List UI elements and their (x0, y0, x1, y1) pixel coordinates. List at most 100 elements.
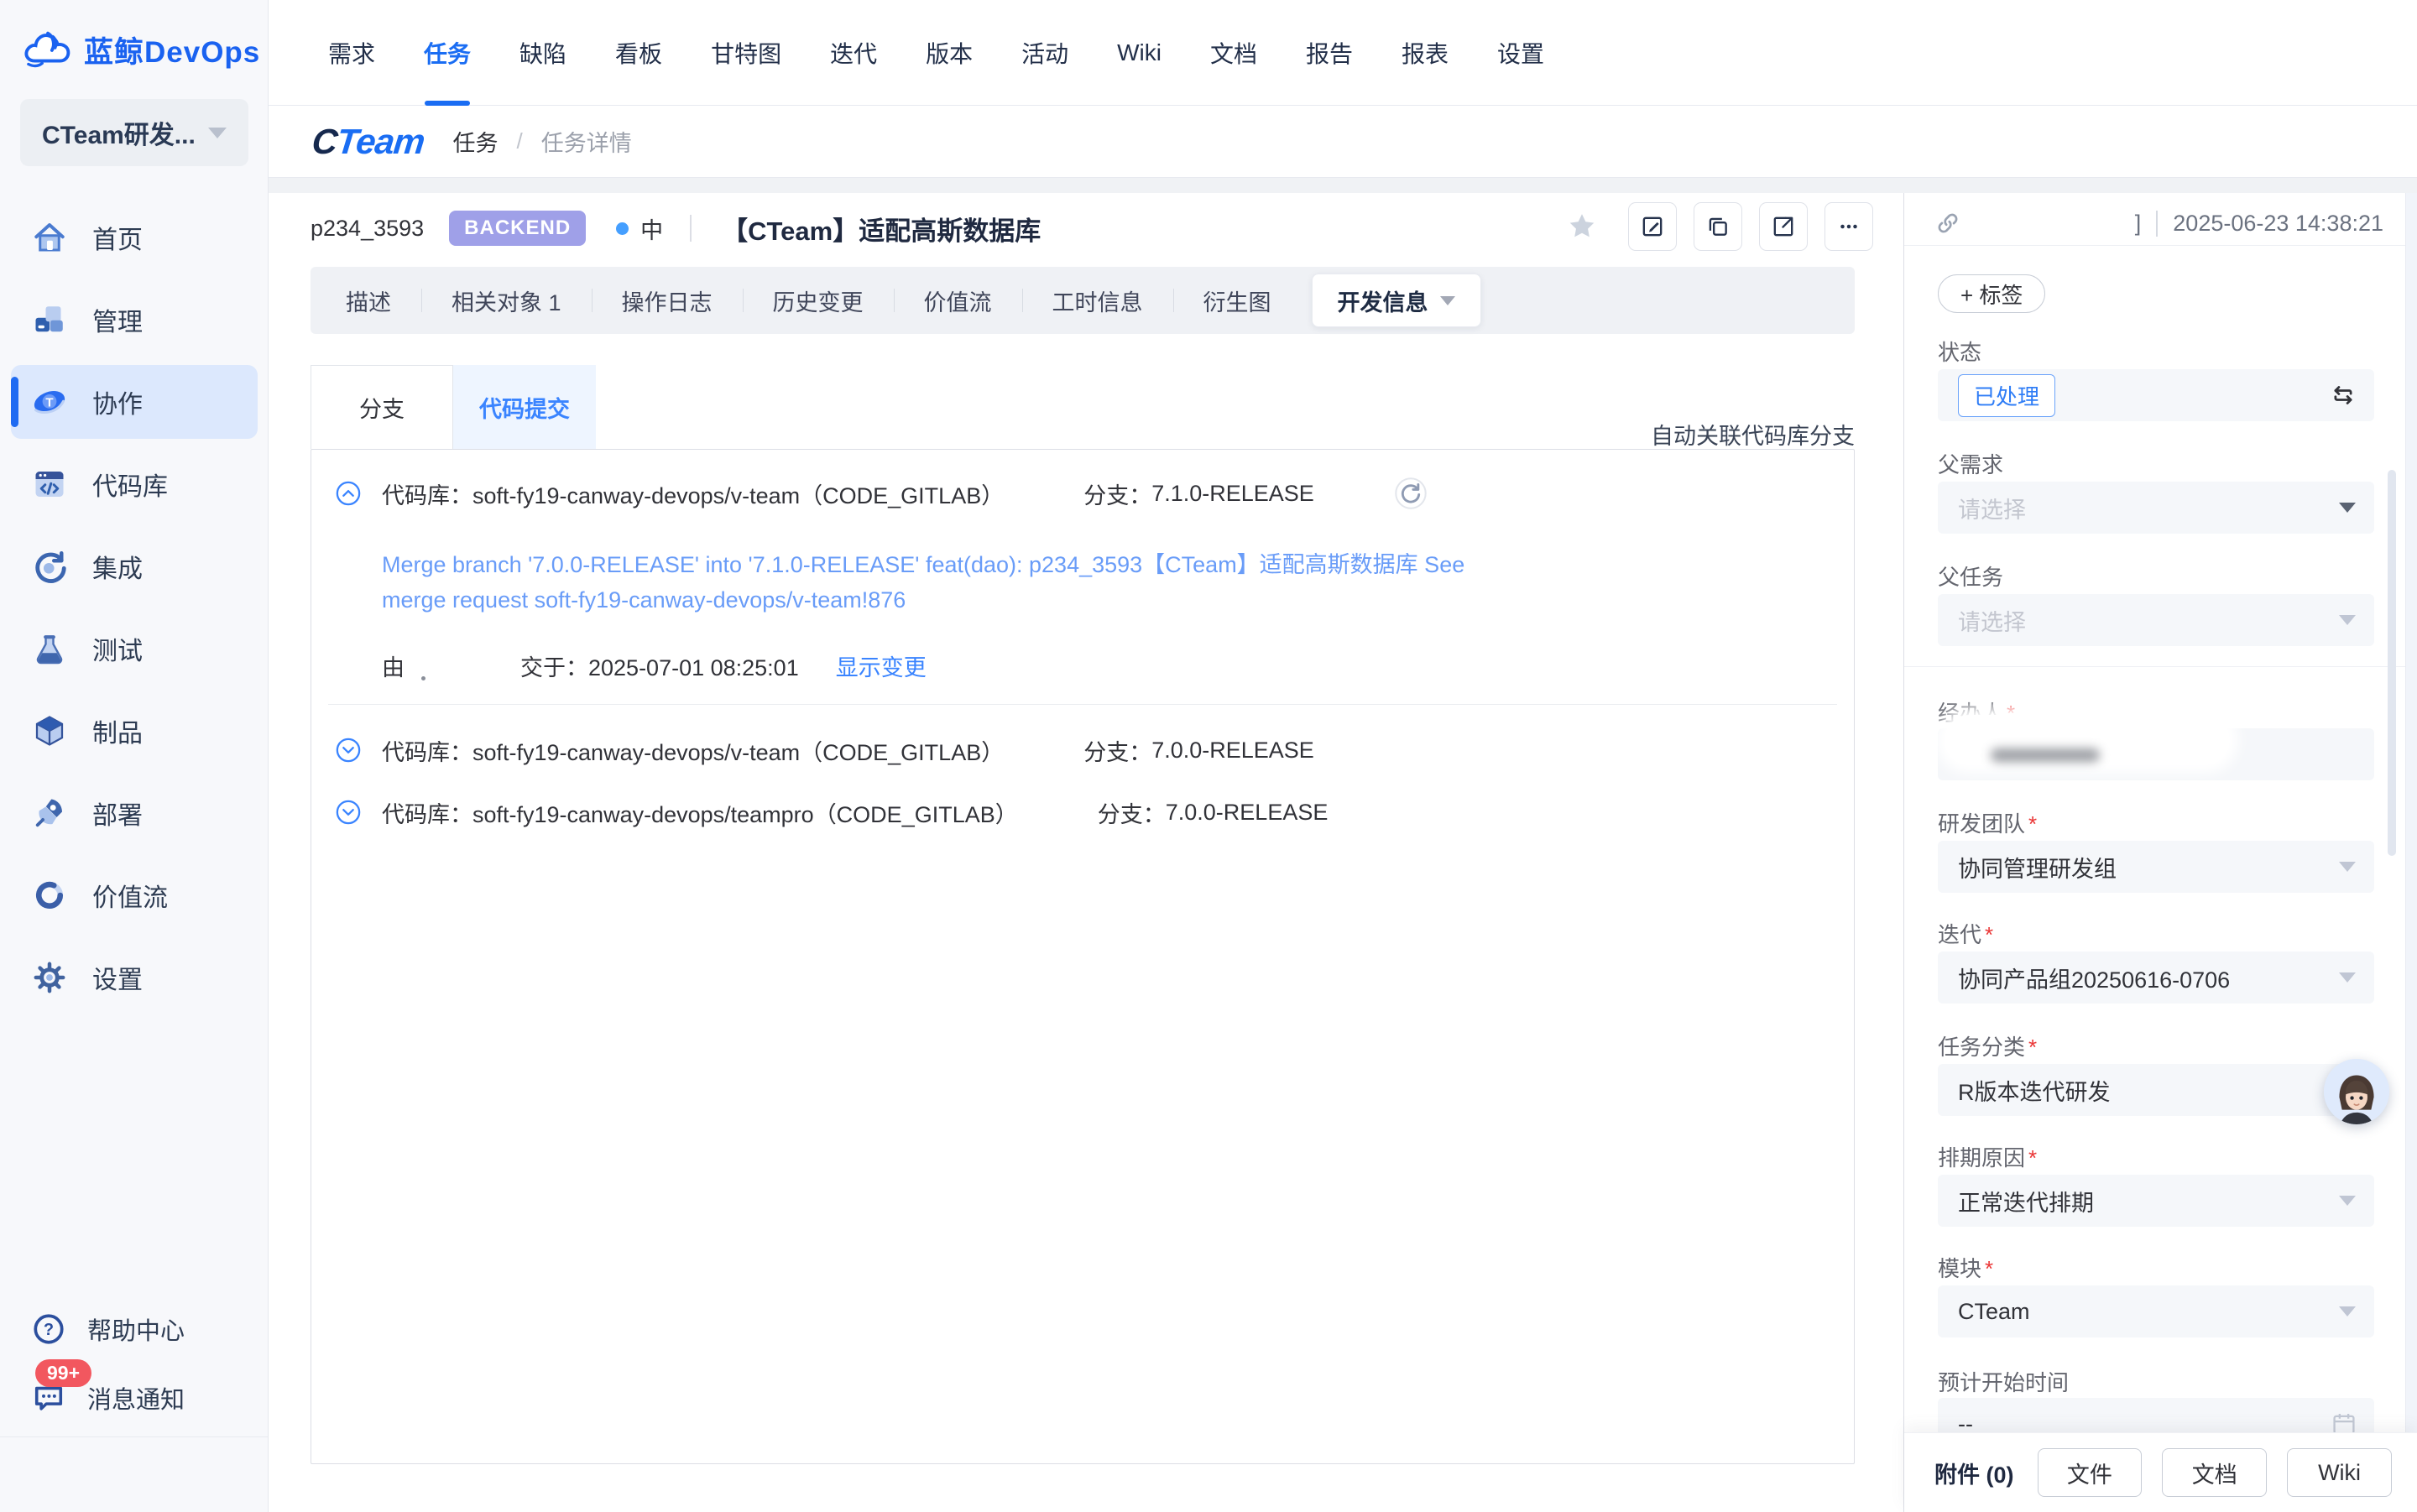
tab-documents[interactable]: 文档 (1186, 0, 1282, 106)
chevron-down-icon (1440, 296, 1455, 305)
scrollbar-thumb[interactable] (2388, 470, 2396, 856)
external-link-icon (1771, 214, 1796, 239)
status-field[interactable]: 已处理 (1938, 369, 2374, 421)
app-window: 蓝鲸DevOps CTeam研发... 首页 管理 T 协作 代码库 集成 (0, 0, 2417, 1512)
branch-name: 7.1.0-RELEASE (1151, 481, 1314, 507)
sidebar-item-label: 制品 (92, 712, 143, 749)
notifications-count-badge: 99+ (35, 1359, 91, 1387)
app-logo[interactable]: 蓝鲸DevOps (23, 27, 260, 72)
expand-chevron-down-icon[interactable] (335, 737, 362, 764)
tab-work-hours[interactable]: 工时信息 (1022, 284, 1173, 317)
commit-message-link[interactable]: Merge branch '7.0.0-RELEASE' into '7.1.0… (382, 547, 1506, 618)
status-badge[interactable]: 已处理 (1958, 374, 2055, 417)
files-button[interactable]: 文件 (2038, 1448, 2143, 1497)
sidebar-item-artifact[interactable]: 制品 (0, 699, 269, 763)
assignee-field[interactable] (1938, 728, 2374, 780)
parent-task-select[interactable]: 请选择 (1938, 594, 2374, 646)
tab-dashboards[interactable]: 报表 (1377, 0, 1473, 106)
change-status-icon[interactable] (2329, 381, 2357, 409)
subtab-branch[interactable]: 分支 (311, 365, 453, 449)
sidebar-item-settings[interactable]: 设置 (0, 946, 269, 1009)
chevron-down-icon (2339, 1196, 2356, 1206)
sidebar-item-integration[interactable]: 集成 (0, 534, 269, 598)
commits-panel: 代码库： soft-fy19-canway-devops/v-team（CODE… (311, 449, 1855, 1464)
status-label: 状态 (1938, 336, 1981, 367)
breadcrumb-section[interactable]: 任务 (453, 125, 499, 158)
project-selector[interactable]: CTeam研发... (20, 99, 248, 166)
tab-value-stream[interactable]: 价值流 (894, 284, 1022, 317)
add-tag-button[interactable]: + 标签 (1938, 274, 2045, 313)
tab-description[interactable]: 描述 (316, 284, 421, 317)
commit-meta: 由 交于：2025-07-01 08:25:01 显示变更 (382, 649, 927, 682)
tab-activity[interactable]: 活动 (997, 0, 1093, 106)
tab-history[interactable]: 历史变更 (743, 284, 894, 317)
schedule-reason-select[interactable]: 正常迭代排期 (1938, 1175, 2374, 1227)
sidebar-item-value-stream[interactable]: 价值流 (0, 863, 269, 927)
tab-related-objects[interactable]: 相关对象 1 (421, 284, 592, 317)
module-select[interactable]: CTeam (1938, 1285, 2374, 1337)
more-button[interactable] (1824, 202, 1873, 251)
tab-settings[interactable]: 设置 (1473, 0, 1569, 106)
top-nav: 需求 任务 缺陷 看板 甘特图 迭代 版本 活动 Wiki 文档 报告 报表 设… (269, 0, 2417, 106)
help-icon: ? (32, 1312, 65, 1346)
tab-defects[interactable]: 缺陷 (495, 0, 591, 106)
open-external-button[interactable] (1759, 202, 1808, 251)
sidebar-item-deploy[interactable]: 部署 (0, 781, 269, 845)
panel-header-divider (1904, 245, 2417, 246)
parent-task-label: 父任务 (1938, 560, 2003, 592)
task-category-select[interactable]: R版本迭代研发 (1938, 1064, 2374, 1116)
collapse-chevron-up-icon[interactable] (335, 480, 362, 507)
sidebar-item-label: 部署 (92, 795, 143, 832)
sidebar-item-test[interactable]: 测试 (0, 617, 269, 680)
branch-label: 分支： (1098, 796, 1166, 829)
tab-version[interactable]: 版本 (901, 0, 997, 106)
attachments-label[interactable]: 附件 (0) (1934, 1457, 2014, 1489)
refresh-icon[interactable] (1394, 477, 1428, 510)
home-icon (32, 220, 67, 255)
tab-reports[interactable]: 报告 (1282, 0, 1377, 106)
tab-wiki[interactable]: Wiki (1093, 0, 1186, 106)
scrollbar-track[interactable] (2405, 193, 2417, 1512)
help-center[interactable]: ? 帮助中心 (0, 1306, 269, 1353)
tab-derived-graph[interactable]: 衍生图 (1173, 284, 1302, 317)
tab-operation-log[interactable]: 操作日志 (592, 284, 743, 317)
task-actions (1566, 201, 1873, 252)
subtab-commits[interactable]: 代码提交 (453, 365, 596, 449)
dev-subtabs: 分支 代码提交 (311, 365, 596, 449)
favorite-star-icon[interactable] (1566, 211, 1598, 242)
link-icon[interactable] (1934, 209, 1962, 237)
repo-name: soft-fy19-canway-devops/v-team（CODE_GITL… (472, 477, 1004, 510)
edit-icon (1640, 214, 1665, 239)
tab-gantt[interactable]: 甘特图 (686, 0, 806, 106)
sidebar-item-home[interactable]: 首页 (0, 206, 269, 269)
iteration-select[interactable]: 协同产品组20250616-0706 (1938, 952, 2374, 1004)
redacted-author (416, 650, 509, 682)
sidebar-item-collaboration[interactable]: T 协作 (0, 370, 269, 434)
tab-iteration[interactable]: 迭代 (806, 0, 901, 106)
docs-button[interactable]: 文档 (2162, 1448, 2267, 1497)
tab-requirements[interactable]: 需求 (304, 0, 399, 106)
chevron-down-icon (2339, 503, 2356, 513)
sidebar-divider (0, 1436, 268, 1437)
task-id: p234_3593 (311, 216, 424, 242)
test-icon (32, 631, 67, 666)
edit-button[interactable] (1628, 202, 1677, 251)
logo-text: 蓝鲸DevOps (84, 29, 260, 71)
tab-kanban[interactable]: 看板 (591, 0, 686, 106)
tab-tasks[interactable]: 任务 (399, 0, 495, 106)
assistant-avatar[interactable] (2324, 1059, 2389, 1124)
repo-label: 代码库： (382, 734, 472, 767)
sidebar-item-code-repo[interactable]: 代码库 (0, 452, 269, 516)
panel-header: ] 2025-06-23 14:38:21 (1934, 205, 2383, 242)
wiki-button[interactable]: Wiki (2287, 1448, 2392, 1497)
task-properties-panel: ] 2025-06-23 14:38:21 + 标签 状态 已处理 父需求 请选… (1903, 193, 2417, 1512)
repo-name: soft-fy19-canway-devops/teampro（CODE_GIT… (472, 796, 1018, 829)
dev-team-select[interactable]: 协同管理研发组 (1938, 841, 2374, 893)
tab-dev-info[interactable]: 开发信息 (1312, 274, 1481, 327)
expand-chevron-down-icon[interactable] (335, 799, 362, 826)
sidebar-item-manage[interactable]: 管理 (0, 288, 269, 352)
copy-button[interactable] (1694, 202, 1742, 251)
parent-demand-select[interactable]: 请选择 (1938, 482, 2374, 534)
panel-section-divider (1904, 666, 2417, 667)
show-changes-link[interactable]: 显示变更 (836, 649, 927, 682)
